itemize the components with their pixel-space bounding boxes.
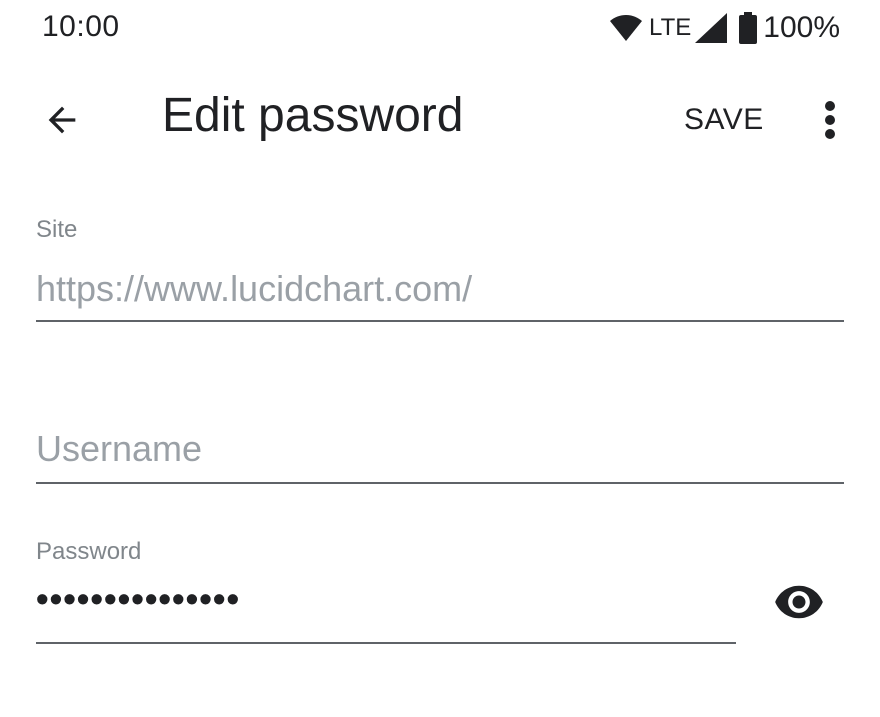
more-options-button[interactable] — [806, 92, 854, 148]
site-underline — [36, 320, 844, 322]
back-button[interactable] — [30, 92, 94, 148]
site-value: https://www.lucidchart.com/ — [36, 268, 473, 309]
signal-icon — [695, 13, 728, 43]
status-time: 10:00 — [42, 10, 120, 43]
eye-icon — [775, 585, 823, 619]
battery-percentage: 100% — [763, 11, 840, 44]
password-underline — [36, 642, 736, 644]
username-underline — [36, 482, 844, 484]
more-vert-icon — [825, 101, 835, 139]
password-input[interactable]: ••••••••••••••• — [36, 578, 240, 620]
app-bar: Edit password SAVE — [0, 72, 880, 164]
site-label: Site — [36, 216, 78, 243]
save-button[interactable]: SAVE — [672, 96, 776, 144]
wifi-icon — [610, 15, 643, 41]
page-title: Edit password — [162, 89, 464, 142]
show-password-button[interactable] — [766, 572, 832, 632]
username-input[interactable]: Username — [36, 428, 202, 470]
battery-icon — [739, 12, 758, 44]
status-icons: LTE 100% — [609, 10, 840, 46]
network-type: LTE — [649, 14, 692, 41]
password-label: Password — [36, 538, 142, 565]
status-bar: 10:00 LTE 100% — [0, 0, 880, 56]
back-arrow-icon — [48, 106, 76, 134]
